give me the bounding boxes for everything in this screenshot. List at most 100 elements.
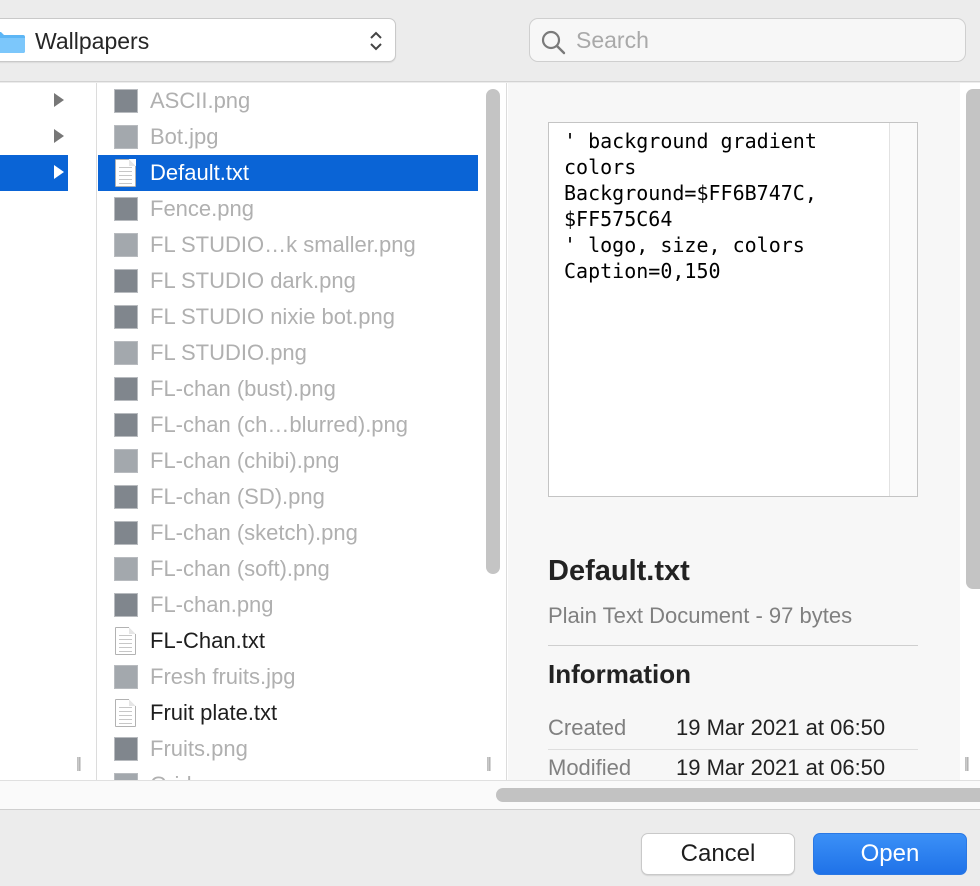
- image-thumbnail-icon: [114, 665, 138, 689]
- column-divider: [506, 83, 507, 780]
- file-name: FL STUDIO dark.png: [150, 268, 356, 293]
- file-name: FL STUDIO…k smaller.png: [150, 232, 416, 257]
- image-thumbnail-icon: [114, 485, 138, 509]
- file-name: FL-Chan.txt: [150, 628, 265, 653]
- info-label: Created: [548, 715, 627, 740]
- disclosure-triangle-icon: [54, 129, 64, 143]
- image-thumbnail-icon: [114, 737, 138, 761]
- file-name: Fruit plate.txt: [150, 700, 278, 725]
- column-resize-handle[interactable]: ||: [76, 755, 82, 772]
- image-thumbnail-icon: [114, 197, 138, 221]
- file-row[interactable]: Default.txt: [98, 155, 478, 191]
- file-name: FL STUDIO nixie bot.png: [150, 304, 395, 329]
- text-preview-box: ' background gradient colors Background=…: [548, 122, 918, 497]
- disclosure-triangle-icon: [54, 165, 64, 179]
- file-row[interactable]: ASCII.png: [98, 83, 478, 119]
- file-name: FL-chan (bust).png: [150, 376, 336, 401]
- divider: [548, 645, 918, 646]
- file-row[interactable]: FL-Chan.txt: [98, 623, 478, 659]
- text-document-icon: [115, 699, 136, 727]
- file-row[interactable]: FL STUDIO.png: [98, 335, 478, 371]
- info-value: 19 Mar 2021 at 06:50: [676, 755, 886, 780]
- text-preview-content: ' background gradient colors Background=…: [564, 129, 817, 283]
- file-name: Default.txt: [150, 160, 250, 185]
- image-thumbnail-icon: [114, 449, 138, 473]
- image-thumbnail-icon: [114, 521, 138, 545]
- parent-folder-row[interactable]: [0, 119, 68, 155]
- folder-icon: [0, 32, 25, 53]
- open-button[interactable]: Open: [813, 833, 967, 875]
- parent-folder-column: [0, 83, 68, 780]
- info-row-modified: Modified 19 Mar 2021 at 06:50: [548, 749, 918, 780]
- file-row[interactable]: FL STUDIO…k smaller.png: [98, 227, 478, 263]
- location-label: Wallpapers: [35, 28, 150, 54]
- file-name: Fruits.png: [150, 736, 248, 761]
- image-thumbnail-icon: [114, 773, 138, 780]
- file-name: Bot.jpg: [150, 124, 219, 149]
- file-name: FL-chan (chibi).png: [150, 448, 340, 473]
- file-list-column: ASCII.png Bot.jpg Default.txt Fence.png FL S…: [98, 83, 478, 780]
- file-row[interactable]: Fruits.png: [98, 731, 478, 767]
- file-row[interactable]: FL STUDIO nixie bot.png: [98, 299, 478, 335]
- cancel-button[interactable]: Cancel: [641, 833, 795, 875]
- info-label: Modified: [548, 755, 632, 780]
- file-name: Fence.png: [150, 196, 254, 221]
- image-thumbnail-icon: [114, 269, 138, 293]
- column-browser: || ASCII.png Bot.jpg Default.txt Fence.png F…: [0, 83, 980, 780]
- file-row[interactable]: FL-chan (soft).png: [98, 551, 478, 587]
- text-document-icon: [115, 159, 136, 187]
- search-field[interactable]: [529, 18, 966, 62]
- location-popup-button[interactable]: Wallpapers: [0, 18, 396, 62]
- file-row[interactable]: FL-chan.png: [98, 587, 478, 623]
- image-thumbnail-icon: [114, 377, 138, 401]
- file-row[interactable]: FL STUDIO dark.png: [98, 263, 478, 299]
- image-thumbnail-icon: [114, 125, 138, 149]
- image-thumbnail-icon: [114, 305, 138, 329]
- parent-folder-row-selected[interactable]: [0, 155, 68, 191]
- file-row[interactable]: Fence.png: [98, 191, 478, 227]
- information-heading: Information: [548, 659, 691, 689]
- file-row[interactable]: FL-chan (SD).png: [98, 479, 478, 515]
- file-name: ASCII.png: [150, 88, 251, 113]
- info-value: 19 Mar 2021 at 06:50: [676, 715, 886, 740]
- preview-pane: ' background gradient colors Background=…: [508, 83, 960, 780]
- file-name: FL-chan.png: [150, 592, 274, 617]
- preview-file-kind: Plain Text Document - 97 bytes: [548, 603, 853, 628]
- file-row[interactable]: FL-chan (bust).png: [98, 371, 478, 407]
- file-row[interactable]: Bot.jpg: [98, 119, 478, 155]
- text-document-icon: [115, 627, 136, 655]
- image-thumbnail-icon: [114, 89, 138, 113]
- file-row[interactable]: Fruit plate.txt: [98, 695, 478, 731]
- file-row[interactable]: FL-chan (chibi).png: [98, 443, 478, 479]
- toolbar: Wallpapers: [0, 0, 980, 82]
- image-thumbnail-icon: [114, 233, 138, 257]
- file-row[interactable]: FL-chan (sketch).png: [98, 515, 478, 551]
- chevron-updown-icon: [370, 31, 382, 51]
- disclosure-triangle-icon: [54, 93, 64, 107]
- image-thumbnail-icon: [114, 557, 138, 581]
- column-resize-handle[interactable]: ||: [964, 755, 970, 772]
- info-row-created: Created 19 Mar 2021 at 06:50: [548, 709, 918, 749]
- button-bar: Cancel Open: [0, 811, 980, 886]
- text-preview-scrollbar[interactable]: [889, 123, 917, 496]
- search-input[interactable]: [576, 25, 956, 55]
- file-name: FL-chan (soft).png: [150, 556, 330, 581]
- file-name: FL-chan (ch…blurred).png: [150, 412, 409, 437]
- preview-file-name: Default.txt: [548, 555, 690, 587]
- parent-folder-row[interactable]: [0, 83, 68, 119]
- file-list-scrollbar[interactable]: [486, 89, 500, 574]
- file-name: FL STUDIO.png: [150, 340, 307, 365]
- search-icon: [541, 30, 566, 55]
- file-row[interactable]: Fresh fruits.jpg: [98, 659, 478, 695]
- file-row[interactable]: FL-chan (ch…blurred).png: [98, 407, 478, 443]
- horizontal-scrollbar-track: [0, 780, 980, 810]
- file-name: Fresh fruits.jpg: [150, 664, 296, 689]
- image-thumbnail-icon: [114, 593, 138, 617]
- column-resize-handle[interactable]: ||: [486, 755, 492, 772]
- preview-scrollbar[interactable]: [966, 89, 980, 589]
- image-thumbnail-icon: [114, 341, 138, 365]
- divider: [548, 749, 918, 750]
- file-name: FL-chan (sketch).png: [150, 520, 358, 545]
- horizontal-scrollbar[interactable]: [496, 788, 980, 802]
- file-row[interactable]: Grid.png: [98, 767, 478, 780]
